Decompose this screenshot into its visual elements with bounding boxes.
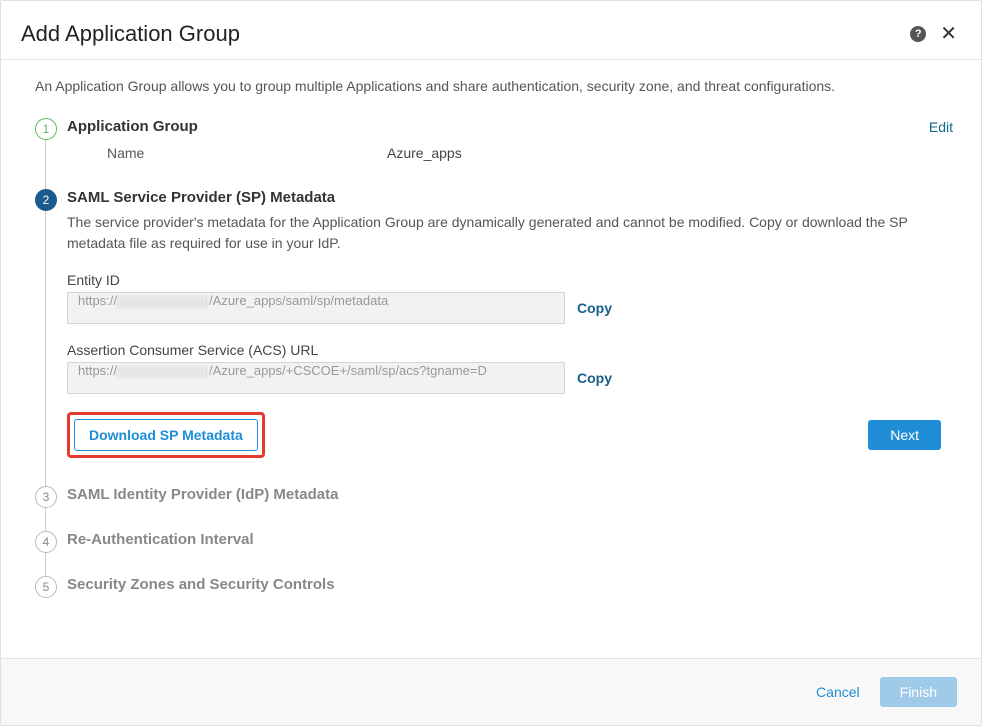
step-indicator-4: 4 bbox=[35, 531, 57, 553]
next-button[interactable]: Next bbox=[868, 420, 941, 450]
step-connector bbox=[45, 553, 46, 576]
step-indicator-5: 5 bbox=[35, 576, 57, 598]
copy-entity-id[interactable]: Copy bbox=[577, 300, 612, 316]
step-description: The service provider's metadata for the … bbox=[67, 212, 953, 254]
download-highlight: Download SP Metadata bbox=[67, 412, 265, 458]
step2-actions: Download SP Metadata Next bbox=[67, 412, 953, 458]
step-connector bbox=[45, 508, 46, 531]
help-icon[interactable]: ? bbox=[910, 26, 926, 42]
wizard-steps: 1 Application Group Edit Name Azure_apps… bbox=[35, 118, 953, 593]
entity-id-prefix: https:// bbox=[78, 293, 117, 308]
step-application-group: 1 Application Group Edit Name Azure_apps bbox=[35, 118, 953, 161]
dialog-title: Add Application Group bbox=[21, 21, 910, 47]
entity-id-field: https:// /Azure_apps/saml/sp/metadata bbox=[67, 292, 565, 324]
name-row: Name Azure_apps bbox=[67, 145, 953, 161]
dialog-footer: Cancel Finish bbox=[1, 658, 981, 725]
acs-url-suffix: /Azure_apps/+CSCOE+/saml/sp/acs?tgname=D bbox=[209, 363, 487, 378]
redacted-host bbox=[117, 296, 209, 308]
acs-url-label: Assertion Consumer Service (ACS) URL bbox=[67, 342, 953, 358]
intro-text: An Application Group allows you to group… bbox=[35, 78, 953, 94]
name-value: Azure_apps bbox=[387, 145, 462, 161]
step-title-1: Application Group bbox=[67, 118, 929, 135]
step-title-2: SAML Service Provider (SP) Metadata bbox=[67, 189, 953, 206]
acs-url-prefix: https:// bbox=[78, 363, 117, 378]
step-saml-idp-metadata: 3 SAML Identity Provider (IdP) Metadata bbox=[35, 486, 953, 503]
acs-url-field: https:// /Azure_apps/+CSCOE+/saml/sp/acs?… bbox=[67, 362, 565, 394]
step-title-3: SAML Identity Provider (IdP) Metadata bbox=[67, 486, 953, 503]
add-application-group-dialog: Add Application Group ? ✕ An Application… bbox=[0, 0, 982, 726]
step-reauth-interval: 4 Re-Authentication Interval bbox=[35, 531, 953, 548]
entity-id-suffix: /Azure_apps/saml/sp/metadata bbox=[209, 293, 388, 308]
dialog-body: An Application Group allows you to group… bbox=[1, 60, 981, 658]
step-indicator-1: 1 bbox=[35, 118, 57, 140]
close-icon[interactable]: ✕ bbox=[940, 24, 957, 44]
step-indicator-2: 2 bbox=[35, 189, 57, 211]
copy-acs-url[interactable]: Copy bbox=[577, 370, 612, 386]
download-sp-metadata-button[interactable]: Download SP Metadata bbox=[74, 419, 258, 451]
step-connector bbox=[45, 211, 46, 486]
finish-button[interactable]: Finish bbox=[880, 677, 957, 707]
entity-id-label: Entity ID bbox=[67, 272, 953, 288]
edit-link[interactable]: Edit bbox=[929, 119, 953, 135]
entity-id-group: Entity ID https:// /Azure_apps/saml/sp/me… bbox=[67, 272, 953, 324]
step-connector bbox=[45, 140, 46, 189]
cancel-button[interactable]: Cancel bbox=[816, 684, 860, 700]
step-security-zones: 5 Security Zones and Security Controls bbox=[35, 576, 953, 593]
step-saml-sp-metadata: 2 SAML Service Provider (SP) Metadata Th… bbox=[35, 189, 953, 458]
step-indicator-3: 3 bbox=[35, 486, 57, 508]
dialog-header: Add Application Group ? ✕ bbox=[1, 1, 981, 60]
step-title-5: Security Zones and Security Controls bbox=[67, 576, 953, 593]
name-label: Name bbox=[107, 145, 387, 161]
acs-url-group: Assertion Consumer Service (ACS) URL htt… bbox=[67, 342, 953, 394]
step-title-4: Re-Authentication Interval bbox=[67, 531, 953, 548]
redacted-host bbox=[117, 366, 209, 378]
